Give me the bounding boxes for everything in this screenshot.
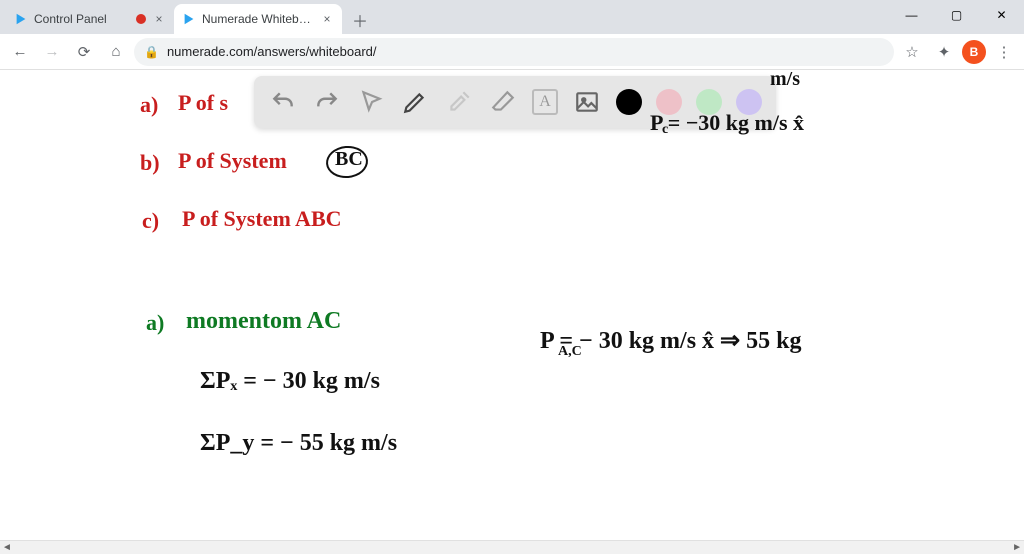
profile-avatar[interactable]: B bbox=[962, 40, 986, 64]
color-swatch-black[interactable] bbox=[616, 89, 642, 115]
scroll-right-icon[interactable]: ► bbox=[1012, 542, 1022, 553]
tools-button[interactable] bbox=[444, 87, 474, 117]
eraser-tool[interactable] bbox=[488, 87, 518, 117]
horizontal-scrollbar[interactable]: ◄ ► bbox=[0, 540, 1024, 554]
sum-px: ΣPₓ = − 30 kg m/s bbox=[200, 368, 380, 395]
tab-label: Control Panel bbox=[34, 12, 130, 26]
scroll-left-icon[interactable]: ◄ bbox=[2, 542, 12, 553]
item-c-text: P of System ABC bbox=[182, 206, 342, 232]
forward-button[interactable]: → bbox=[38, 38, 66, 66]
recording-badge-icon bbox=[136, 14, 146, 24]
new-tab-button[interactable]: ＋ bbox=[346, 6, 374, 34]
home-button[interactable]: ⌂ bbox=[102, 38, 130, 66]
back-button[interactable]: ← bbox=[6, 38, 34, 66]
url-text: numerade.com/answers/whiteboard/ bbox=[167, 44, 377, 59]
image-tool[interactable] bbox=[572, 87, 602, 117]
bookmark-star-icon[interactable]: ☆ bbox=[898, 38, 926, 66]
text-tool[interactable]: A bbox=[532, 89, 558, 115]
item-a-text: P of s bbox=[178, 90, 228, 116]
browser-titlebar: Control Panel × Numerade Whiteboard × ＋ … bbox=[0, 0, 1024, 34]
tab-close-icon[interactable]: × bbox=[320, 12, 334, 26]
reload-button[interactable]: ⟳ bbox=[70, 38, 98, 66]
top-ms: m/s bbox=[770, 68, 800, 91]
tab-label: Numerade Whiteboard bbox=[202, 12, 314, 26]
tab-control-panel[interactable]: Control Panel × bbox=[6, 4, 174, 34]
lock-icon: 🔒 bbox=[144, 45, 159, 59]
item-c-prefix: c) bbox=[142, 208, 159, 234]
omnibox[interactable]: 🔒 numerade.com/answers/whiteboard/ bbox=[134, 38, 894, 66]
answer-a-prefix: a) bbox=[146, 310, 164, 336]
pointer-tool[interactable] bbox=[356, 87, 386, 117]
numerade-favicon bbox=[14, 12, 28, 26]
item-a-prefix: a) bbox=[140, 92, 158, 118]
text-tool-label: A bbox=[539, 93, 551, 111]
extensions-icon[interactable]: ✦ bbox=[930, 38, 958, 66]
address-bar: ← → ⟳ ⌂ 🔒 numerade.com/answers/whiteboar… bbox=[0, 34, 1024, 70]
pc-line: P = −30 kg m/s x̂ bbox=[650, 110, 804, 136]
window-minimize-button[interactable]: — bbox=[889, 0, 934, 30]
item-b-text: P of System bbox=[178, 148, 287, 174]
window-controls: — ▢ ✕ bbox=[889, 0, 1024, 30]
redo-button[interactable] bbox=[312, 87, 342, 117]
pc-sub: c bbox=[662, 122, 668, 138]
item-b-prefix: b) bbox=[140, 150, 160, 176]
pen-tool[interactable] bbox=[400, 87, 430, 117]
kebab-menu-icon[interactable]: ⋮ bbox=[990, 38, 1018, 66]
answer-a-title: momentom AC bbox=[186, 308, 341, 335]
window-maximize-button[interactable]: ▢ bbox=[934, 0, 979, 30]
tab-strip: Control Panel × Numerade Whiteboard × ＋ bbox=[6, 0, 374, 34]
sum-py: ΣP_y = − 55 kg m/s bbox=[200, 430, 397, 457]
undo-button[interactable] bbox=[268, 87, 298, 117]
pac-sub: A,C bbox=[558, 344, 582, 360]
tab-whiteboard[interactable]: Numerade Whiteboard × bbox=[174, 4, 342, 34]
numerade-favicon bbox=[182, 12, 196, 26]
window-close-button[interactable]: ✕ bbox=[979, 0, 1024, 30]
tab-close-icon[interactable]: × bbox=[152, 12, 166, 26]
whiteboard-canvas[interactable]: A a) P of s b) P of System BC c) P of Sy… bbox=[0, 70, 1024, 554]
